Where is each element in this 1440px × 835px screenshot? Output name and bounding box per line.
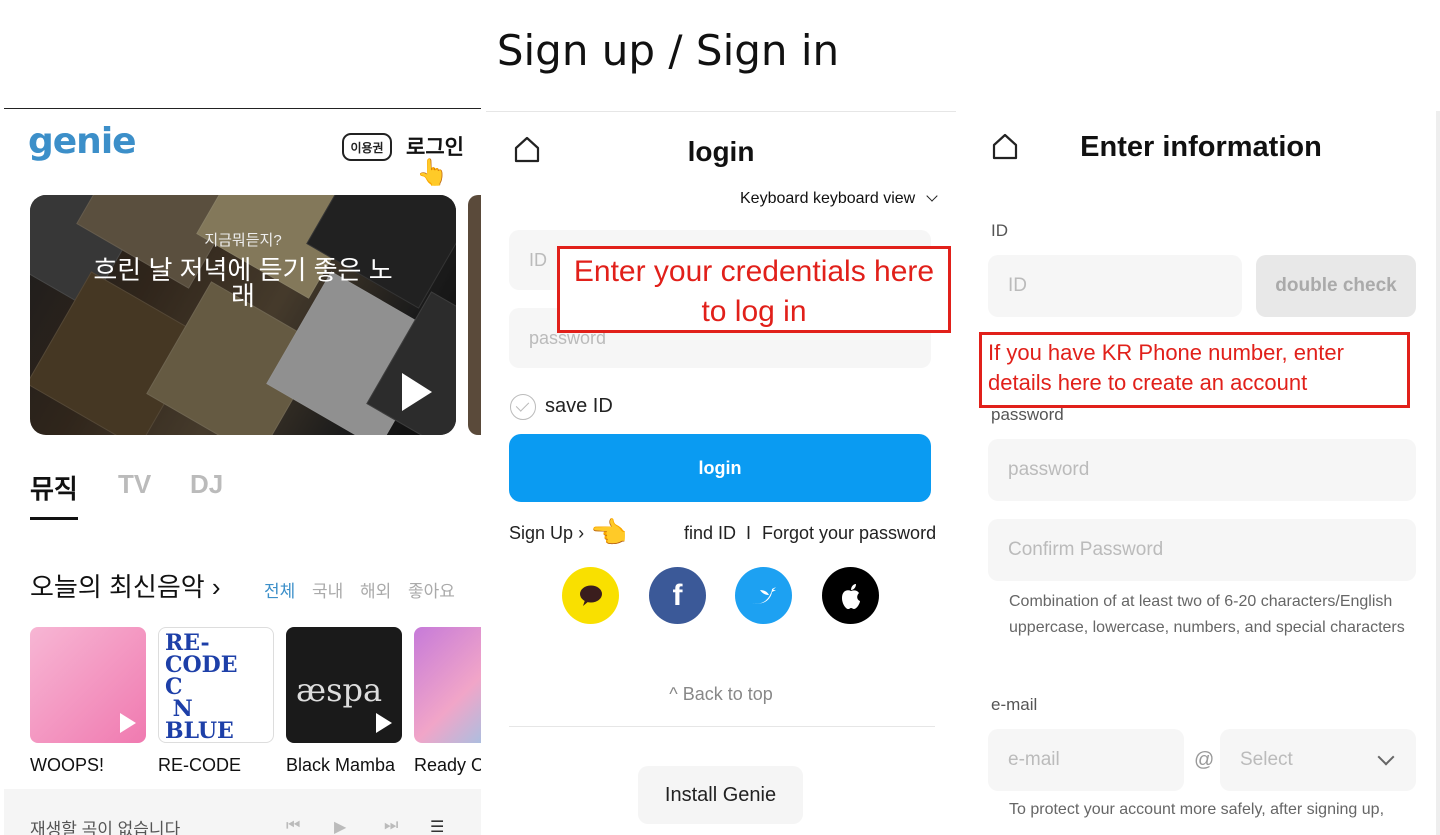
album-title: WOOPS! <box>30 755 105 775</box>
play-icon[interactable]: ▶ <box>334 817 346 835</box>
album-title: Ready O <box>414 755 481 775</box>
next-banner[interactable] <box>468 195 481 435</box>
tab-underline <box>30 517 78 520</box>
section-title[interactable]: 오늘의 최신음악 › <box>30 567 221 604</box>
register-title: Enter information <box>1080 131 1322 163</box>
register-password-input[interactable]: password <box>988 439 1416 501</box>
album-cover[interactable] <box>414 627 481 743</box>
section-title-text: 오늘의 최신음악 <box>30 572 205 602</box>
link-separator: I <box>746 523 752 543</box>
pass-button[interactable]: 이용권 <box>342 133 392 161</box>
check-icon[interactable] <box>510 394 536 420</box>
previous-icon[interactable]: ⏮ <box>286 817 300 835</box>
genie-logo[interactable]: genie <box>28 121 137 162</box>
double-check-button[interactable]: double check <box>1256 255 1416 317</box>
email-label: e-mail <box>991 695 1038 714</box>
player-status: 재생할 곡이 없습니다 <box>30 820 181 835</box>
album-title: Black Mamba <box>286 755 396 775</box>
register-id-input[interactable]: ID <box>988 255 1242 317</box>
playlist-icon[interactable]: ☰ <box>430 817 444 835</box>
filter-overseas[interactable]: 해외 <box>360 577 391 602</box>
confirm-password-input[interactable]: Confirm Password <box>988 519 1416 581</box>
scrollbar[interactable] <box>1436 111 1440 835</box>
banner-title: 흐린 날 저녁에 듣기 좋은 노래 <box>93 255 393 311</box>
banner-subtitle: 지금뭐듣지? <box>204 232 282 249</box>
chevron-up-icon: ^ <box>669 684 683 704</box>
apple-icon[interactable] <box>822 567 879 624</box>
pointing-hand-icon: 👈 <box>590 517 628 550</box>
login-panel: login Keyboard keyboard view ID password… <box>486 111 956 835</box>
chevron-down-icon <box>926 190 938 202</box>
album-cover[interactable] <box>30 627 146 743</box>
chevron-down-icon <box>1377 748 1395 766</box>
back-to-top-label: Back to top <box>682 684 773 704</box>
tab-dj[interactable]: DJ <box>190 469 223 500</box>
play-icon[interactable] <box>402 373 432 411</box>
filter-domestic[interactable]: 국내 <box>312 577 343 602</box>
album-cover[interactable]: æspa <box>286 627 402 743</box>
kakao-icon[interactable] <box>562 567 619 624</box>
save-id-label[interactable]: save ID <box>545 395 613 418</box>
chevron-right-icon: › <box>211 572 221 602</box>
next-icon[interactable]: ⏭ <box>384 817 398 835</box>
install-genie-button[interactable]: Install Genie <box>638 766 803 824</box>
keyboard-view-toggle[interactable]: Keyboard keyboard view <box>740 190 938 208</box>
album-cover[interactable]: RE- CODE C N BLUE <box>158 627 274 743</box>
featured-banner[interactable]: 지금뭐듣지? 흐린 날 저녁에 듣기 좋은 노래 <box>30 195 456 435</box>
filter-all[interactable]: 전체 <box>264 577 295 602</box>
forgot-password-link[interactable]: Forgot your password <box>762 523 936 544</box>
at-sign: @ <box>1194 749 1215 771</box>
email-domain-select[interactable]: Select <box>1220 729 1416 791</box>
login-title: login <box>687 136 755 167</box>
login-button[interactable]: login <box>509 434 931 502</box>
register-panel: Enter information ID ID double check pas… <box>962 111 1440 835</box>
genie-home-panel: genie 이용권 로그인 👆 지금뭐듣지? 흐린 날 저녁에 듣기 좋은 노래… <box>4 108 481 835</box>
twitter-icon[interactable] <box>735 567 792 624</box>
keyboard-view-label: Keyboard keyboard view <box>740 190 916 207</box>
divider <box>509 726 935 727</box>
register-callout: If you have KR Phone number, enter detai… <box>979 332 1410 408</box>
play-icon[interactable] <box>376 713 392 733</box>
password-hint: Combination of at least two of 6-20 char… <box>1009 593 1405 636</box>
facebook-icon[interactable]: f <box>649 567 706 624</box>
tab-tv[interactable]: TV <box>118 469 151 500</box>
sign-up-label: Sign Up <box>509 523 574 543</box>
select-label: Select <box>1240 749 1293 770</box>
play-icon[interactable] <box>120 713 136 733</box>
protect-text: To protect your account more safely, aft… <box>1009 801 1385 818</box>
chevron-right-icon: › <box>578 523 585 543</box>
login-callout: Enter your credentials here to log in <box>557 246 951 333</box>
email-input[interactable]: e-mail <box>988 729 1184 791</box>
find-id-link[interactable]: find ID <box>684 523 736 544</box>
pointing-hand-icon: 👆 <box>416 157 449 187</box>
back-to-top-link[interactable]: ^ Back to top <box>486 684 956 705</box>
id-label: ID <box>991 221 1008 240</box>
password-label: password <box>991 405 1064 424</box>
sign-up-link[interactable]: Sign Up › <box>509 523 584 544</box>
album-title: RE-CODE <box>158 755 242 775</box>
page-title: Sign up / Sign in <box>496 26 840 75</box>
filter-likes[interactable]: 좋아요 <box>408 577 455 602</box>
tab-music[interactable]: 뮤직 <box>30 469 78 506</box>
